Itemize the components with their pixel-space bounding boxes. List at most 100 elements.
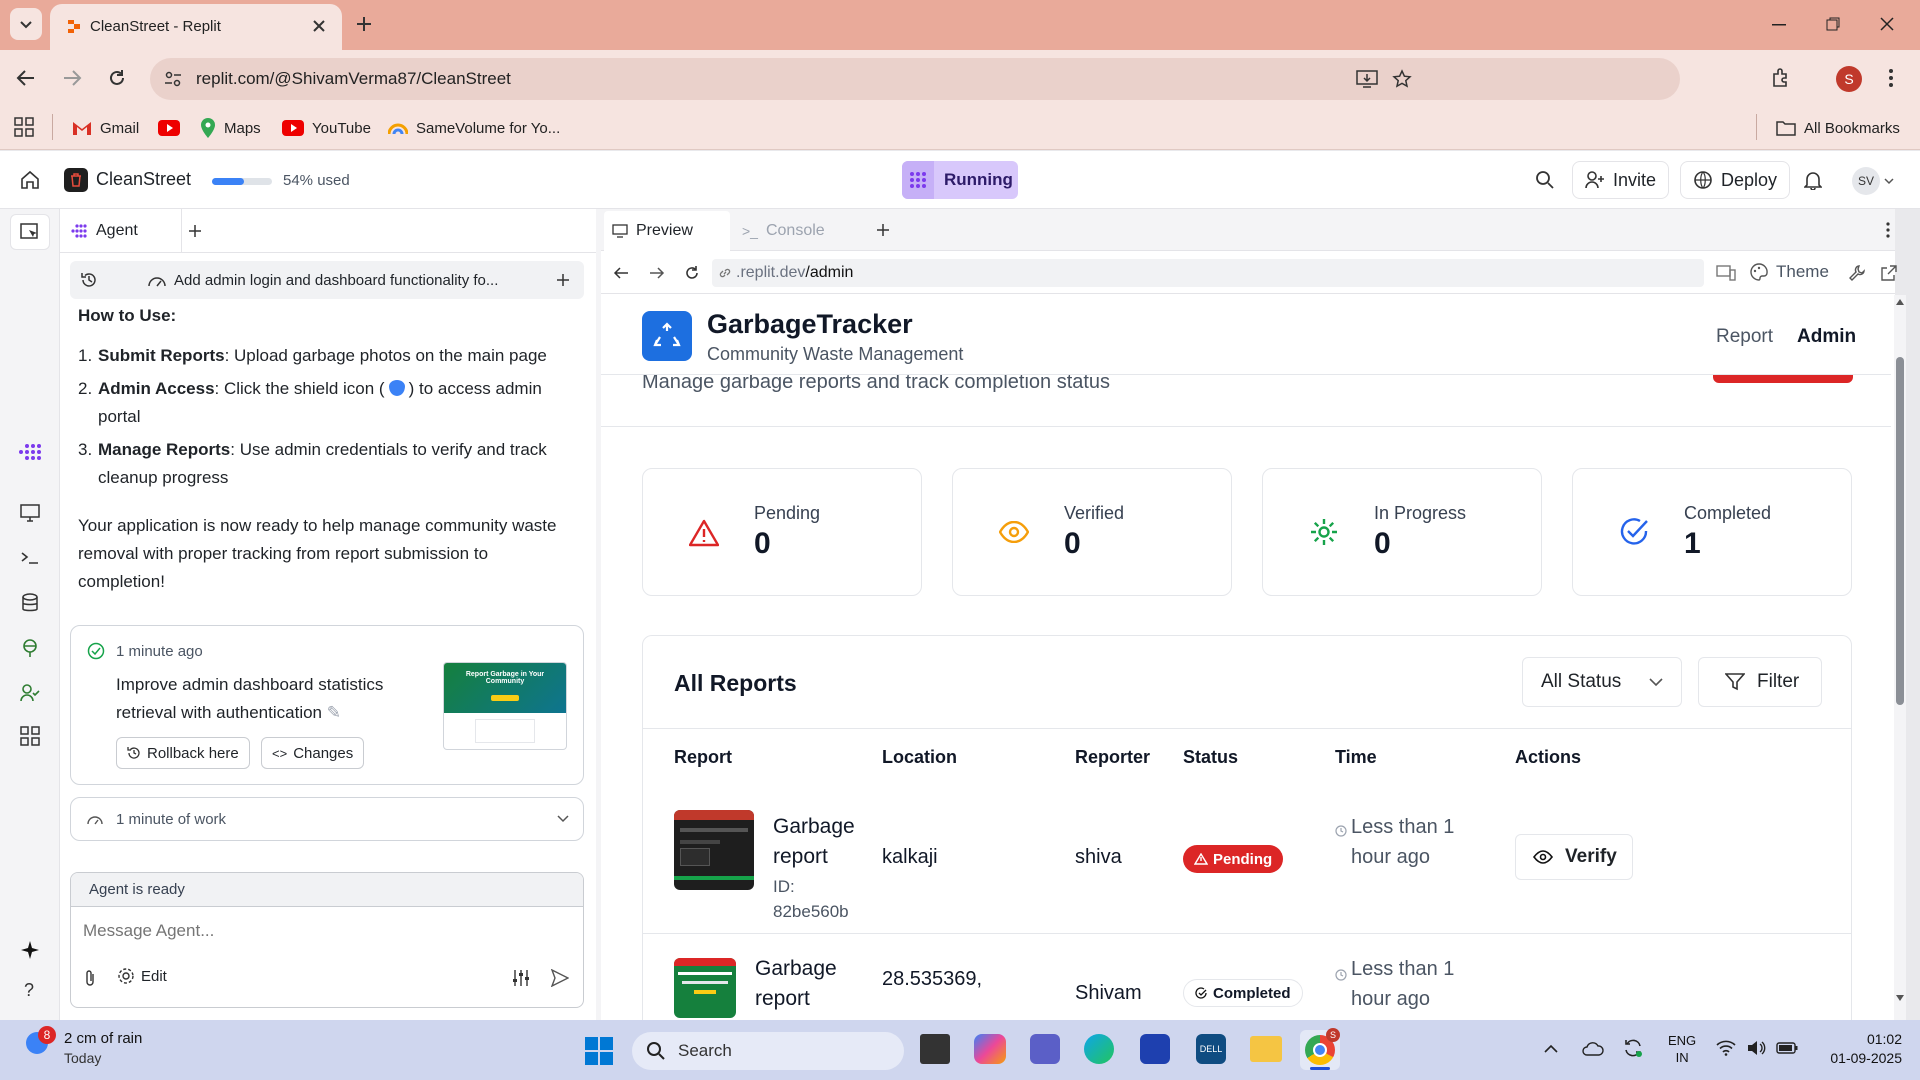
wifi-icon[interactable] <box>1716 1040 1736 1056</box>
home-icon[interactable] <box>20 170 40 190</box>
nav-admin-link[interactable]: Admin <box>1797 326 1856 348</box>
bookmark-gmail[interactable]: Gmail <box>72 114 139 142</box>
address-bar[interactable]: replit.com/@ShivamVerma87/CleanStreet <box>150 58 1680 100</box>
checkpoint-thumbnail[interactable]: Report Garbage in Your Community <box>443 662 567 750</box>
table-row[interactable]: Garbage report 28.535369, Shivam Complet… <box>643 934 1851 1020</box>
tab-preview[interactable]: Preview <box>604 211 730 251</box>
preview-scrollbar[interactable] <box>1894 295 1906 1020</box>
message-input[interactable] <box>83 915 563 947</box>
minimize-icon[interactable] <box>1772 24 1786 26</box>
filter-button[interactable]: Filter <box>1698 657 1822 707</box>
apps-grid-icon[interactable] <box>14 117 34 137</box>
deployments-globe-icon[interactable] <box>20 638 40 658</box>
edit-mode-button[interactable]: Edit <box>117 967 167 985</box>
reload-icon[interactable] <box>684 265 700 281</box>
bookmark-youtube[interactable]: YouTube <box>282 114 371 142</box>
battery-icon[interactable] <box>1776 1042 1798 1054</box>
user-avatar[interactable]: SV <box>1852 167 1880 195</box>
toggle-sidebar-button[interactable] <box>10 214 50 250</box>
invite-button[interactable]: Invite <box>1572 161 1670 199</box>
new-tab-icon[interactable] <box>356 16 372 32</box>
verify-button[interactable]: Verify <box>1515 834 1633 880</box>
sparkle-icon[interactable] <box>20 940 40 960</box>
install-app-icon[interactable] <box>1356 69 1378 89</box>
all-tools-icon[interactable] <box>20 726 40 746</box>
bell-icon[interactable] <box>1804 170 1822 190</box>
system-clock[interactable]: 01:02 01-09-2025 <box>1818 1030 1902 1068</box>
taskbar-search[interactable]: Search <box>632 1032 904 1070</box>
project-name[interactable]: CleanStreet <box>96 169 191 190</box>
changes-button[interactable]: <> Changes <box>261 737 365 769</box>
back-arrow-icon[interactable] <box>613 265 629 281</box>
close-icon[interactable] <box>312 19 326 33</box>
report-thumbnail[interactable] <box>674 958 736 1018</box>
task-view-icon[interactable] <box>920 1034 950 1064</box>
reload-icon[interactable] <box>107 68 127 88</box>
status-filter-select[interactable]: All Status <box>1522 657 1682 707</box>
scrollbar-thumb[interactable] <box>1896 357 1904 705</box>
windows-start-icon[interactable] <box>584 1036 614 1066</box>
pencil-icon[interactable]: ✎ <box>327 703 341 722</box>
history-icon[interactable] <box>80 271 98 289</box>
site-info-icon[interactable] <box>164 70 182 88</box>
database-icon[interactable] <box>21 593 39 613</box>
tab-agent[interactable]: Agent <box>60 209 182 253</box>
chevron-up-icon[interactable] <box>1544 1044 1558 1054</box>
table-row[interactable]: Garbage report ID: 82be560b kalkaji shiv… <box>643 784 1851 934</box>
rollback-button[interactable]: Rollback here <box>116 737 250 769</box>
extensions-icon[interactable] <box>1770 67 1792 89</box>
file-explorer-icon[interactable] <box>1250 1036 1282 1062</box>
deploy-button[interactable]: Deploy <box>1680 161 1791 199</box>
edge-icon[interactable] <box>1084 1034 1114 1064</box>
chrome-taskbar-button[interactable]: S <box>1300 1028 1340 1070</box>
scroll-down-icon[interactable] <box>1896 995 1904 1001</box>
copilot-icon[interactable] <box>974 1034 1006 1064</box>
paperclip-icon[interactable] <box>83 969 97 987</box>
nav-report-link[interactable]: Report <box>1716 326 1773 348</box>
chevron-down-icon[interactable] <box>1884 177 1894 185</box>
window-close-icon[interactable] <box>1880 17 1894 31</box>
open-new-window-icon[interactable] <box>1880 264 1898 282</box>
dell-icon[interactable]: DELL <box>1196 1034 1226 1064</box>
bookmark-youtube-1[interactable] <box>158 114 180 142</box>
new-tab-icon[interactable] <box>188 224 202 238</box>
preview-monitor-icon[interactable] <box>20 504 40 522</box>
forward-arrow-icon[interactable] <box>649 265 665 281</box>
bookmark-samevolume[interactable]: SameVolume for Yo... <box>388 114 560 142</box>
browser-tab-active[interactable]: CleanStreet - Replit <box>50 4 342 50</box>
devices-icon[interactable] <box>1716 264 1736 282</box>
shell-icon[interactable] <box>20 550 40 566</box>
bookmark-star-icon[interactable] <box>1392 69 1412 89</box>
restore-icon[interactable] <box>1826 17 1840 31</box>
new-tab-icon[interactable] <box>876 223 890 237</box>
sync-icon[interactable] <box>1622 1038 1644 1058</box>
search-icon[interactable] <box>1535 170 1555 190</box>
tab-search-button[interactable] <box>10 8 42 40</box>
new-thread-icon[interactable] <box>556 273 570 287</box>
weather-text[interactable]: 2 cm of rain <box>64 1030 142 1047</box>
all-bookmarks[interactable]: All Bookmarks <box>1776 114 1900 142</box>
help-icon[interactable]: ? <box>24 980 34 1001</box>
tab-console[interactable]: >_ Console <box>740 211 860 251</box>
logout-button[interactable] <box>1713 375 1853 383</box>
teams-icon[interactable] <box>1030 1034 1060 1064</box>
send-icon[interactable] <box>551 969 569 987</box>
run-status-button[interactable]: Running <box>902 161 1018 199</box>
sliders-icon[interactable] <box>511 969 531 987</box>
store-icon[interactable] <box>1140 1034 1170 1064</box>
user-check-icon[interactable] <box>20 684 40 702</box>
back-arrow-icon[interactable] <box>16 68 36 88</box>
theme-button[interactable]: Theme <box>1750 262 1829 282</box>
scroll-up-icon[interactable] <box>1896 299 1904 305</box>
profile-avatar[interactable]: S <box>1836 66 1862 92</box>
report-thumbnail[interactable] <box>674 810 754 890</box>
work-summary[interactable]: 1 minute of work <box>70 797 584 841</box>
more-options-icon[interactable] <box>1886 222 1890 238</box>
volume-icon[interactable] <box>1746 1040 1766 1056</box>
agent-icon[interactable] <box>18 442 42 462</box>
preview-url-field[interactable]: .replit.dev/admin <box>712 259 1704 287</box>
bookmark-maps[interactable]: Maps <box>200 114 261 142</box>
language-indicator[interactable]: ENG IN <box>1668 1032 1696 1066</box>
thread-title[interactable]: Add admin login and dashboard functional… <box>174 272 498 289</box>
wrench-icon[interactable] <box>1848 264 1866 282</box>
